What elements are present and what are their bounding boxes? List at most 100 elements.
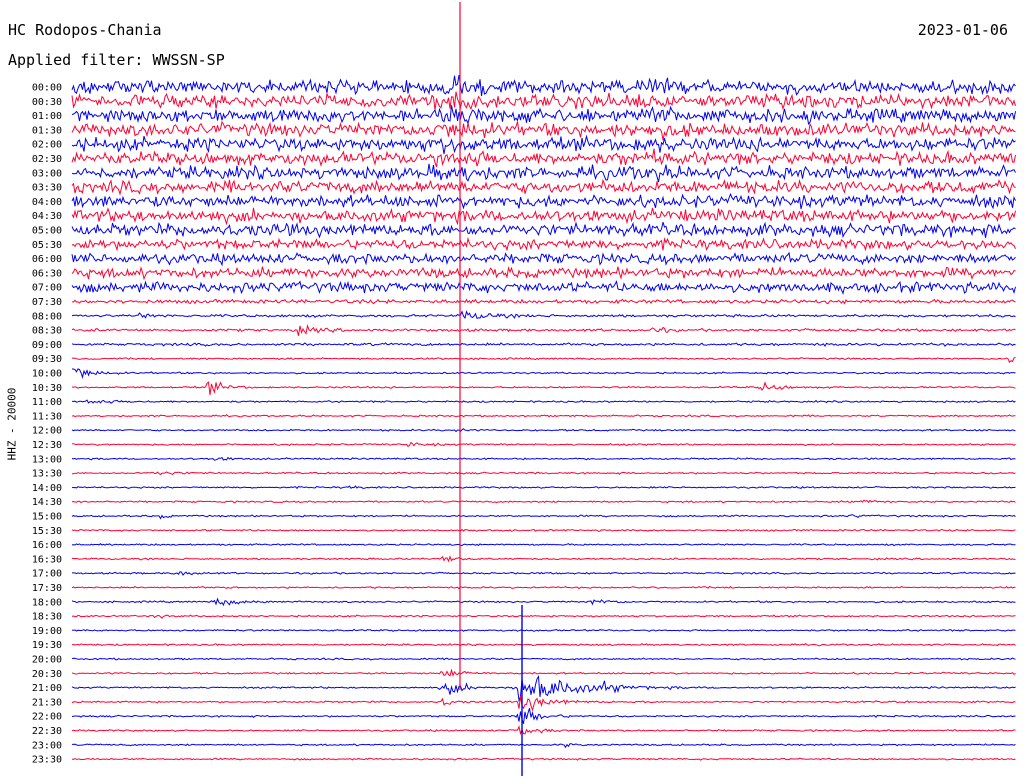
trace-0000 <box>71 75 1016 97</box>
time-label: 17:00 <box>32 569 62 580</box>
time-label: 02:00 <box>32 140 62 151</box>
time-label: 13:00 <box>32 454 62 465</box>
trace-0930 <box>71 357 1016 364</box>
trace-1000 <box>72 368 1016 380</box>
trace-1230 <box>72 441 1016 448</box>
trace-1400 <box>71 485 1016 490</box>
time-label: 14:30 <box>32 497 62 508</box>
trace-1900 <box>71 628 1016 632</box>
trace-1200 <box>71 428 1016 433</box>
helicorder-plot: 00:00 00:30 01:00 01:30 02:00 02:30 03:00 03:30… <box>32 2 1016 776</box>
time-label: 16:30 <box>32 554 62 565</box>
time-label: 12:30 <box>32 440 62 451</box>
trace-2130 <box>71 695 1016 712</box>
record-date: 2023-01-06 <box>917 21 1008 39</box>
time-label: 08:00 <box>32 311 62 322</box>
trace-0300 <box>71 163 1016 183</box>
time-label: 21:00 <box>32 683 62 694</box>
trace-1600 <box>71 543 1016 547</box>
trace-2300 <box>72 743 1016 749</box>
time-label: 23:30 <box>32 755 62 766</box>
trace-1130 <box>71 414 1016 418</box>
trace-1100 <box>72 399 1016 404</box>
time-label: 03:30 <box>32 183 62 194</box>
time-label: 15:00 <box>32 512 62 523</box>
time-label: 14:00 <box>32 483 62 494</box>
time-label: 03:00 <box>32 168 62 179</box>
trace-1630 <box>71 555 1016 563</box>
trace-2000 <box>71 657 1016 661</box>
time-label: 01:00 <box>32 111 62 122</box>
time-label: 04:30 <box>32 211 62 222</box>
trace-0400 <box>71 192 1016 210</box>
time-label: 17:30 <box>32 583 62 594</box>
time-label: 04:00 <box>32 197 62 208</box>
trace-1330 <box>72 471 1016 476</box>
trace-0600 <box>71 251 1016 267</box>
time-label: 00:00 <box>32 83 62 94</box>
trace-0130 <box>71 120 1016 141</box>
time-label: 11:30 <box>32 411 62 422</box>
time-label: 07:00 <box>32 283 62 294</box>
trace-0730 <box>72 298 1016 305</box>
time-axis-labels: 00:00 00:30 01:00 01:30 02:00 02:30 03:00 03:30… <box>32 83 62 766</box>
time-label: 10:00 <box>32 369 62 380</box>
time-label: 00:30 <box>32 97 62 108</box>
trace-1300 <box>71 456 1016 461</box>
time-label: 05:30 <box>32 240 62 251</box>
time-label: 15:30 <box>32 526 62 537</box>
trace-0630 <box>71 265 1016 281</box>
time-label: 05:00 <box>32 226 62 237</box>
trace-1700 <box>72 571 1016 576</box>
time-label: 08:30 <box>32 326 62 337</box>
time-label: 07:30 <box>32 297 62 308</box>
trace-0330 <box>71 178 1016 196</box>
time-label: 22:00 <box>32 712 62 723</box>
time-label: 22:30 <box>32 726 62 737</box>
trace-0230 <box>71 148 1016 168</box>
time-label: 20:00 <box>32 655 62 666</box>
trace-2200 <box>71 708 1016 724</box>
time-label: 10:30 <box>32 383 62 394</box>
time-label: 18:30 <box>32 612 62 623</box>
seismic-traces <box>71 2 1016 776</box>
time-label: 06:30 <box>32 268 62 279</box>
time-label: 06:00 <box>32 254 62 265</box>
trace-1430 <box>71 499 1016 504</box>
trace-1800 <box>71 597 1016 607</box>
trace-1930 <box>71 642 1016 647</box>
trace-0500 <box>71 221 1016 239</box>
time-label: 18:00 <box>32 597 62 608</box>
trace-2330 <box>71 757 1016 761</box>
trace-1500 <box>71 514 1016 520</box>
time-label: 13:30 <box>32 469 62 480</box>
trace-1830 <box>71 614 1016 619</box>
trace-0530 <box>71 236 1016 252</box>
trace-0830 <box>71 323 1016 336</box>
time-label: 19:30 <box>32 640 62 651</box>
time-label: 21:30 <box>32 697 62 708</box>
trace-0100 <box>71 105 1016 126</box>
trace-1030 <box>71 381 1016 396</box>
trace-1530 <box>71 528 1016 532</box>
time-label: 09:30 <box>32 354 62 365</box>
trace-0030 <box>71 91 1016 111</box>
trace-2230 <box>71 725 1016 736</box>
trace-0430 <box>71 207 1016 226</box>
time-label: 20:30 <box>32 669 62 680</box>
time-label: 16:00 <box>32 540 62 551</box>
time-label: 02:30 <box>32 154 62 165</box>
trace-0200 <box>71 134 1016 155</box>
trace-0700 <box>71 280 1016 295</box>
trace-0900 <box>71 342 1016 348</box>
station-title: HC Rodopos-Chania <box>8 21 162 39</box>
time-label: 11:00 <box>32 397 62 408</box>
trace-2100 <box>71 675 1016 703</box>
filter-label: Applied filter: WWSSN-SP <box>8 51 225 69</box>
trace-1730 <box>71 585 1016 590</box>
time-label: 09:00 <box>32 340 62 351</box>
time-label: 01:30 <box>32 125 62 136</box>
channel-axis-label: HHZ - 20000 <box>5 387 19 461</box>
time-label: 23:00 <box>32 740 62 751</box>
trace-0800 <box>71 310 1016 320</box>
